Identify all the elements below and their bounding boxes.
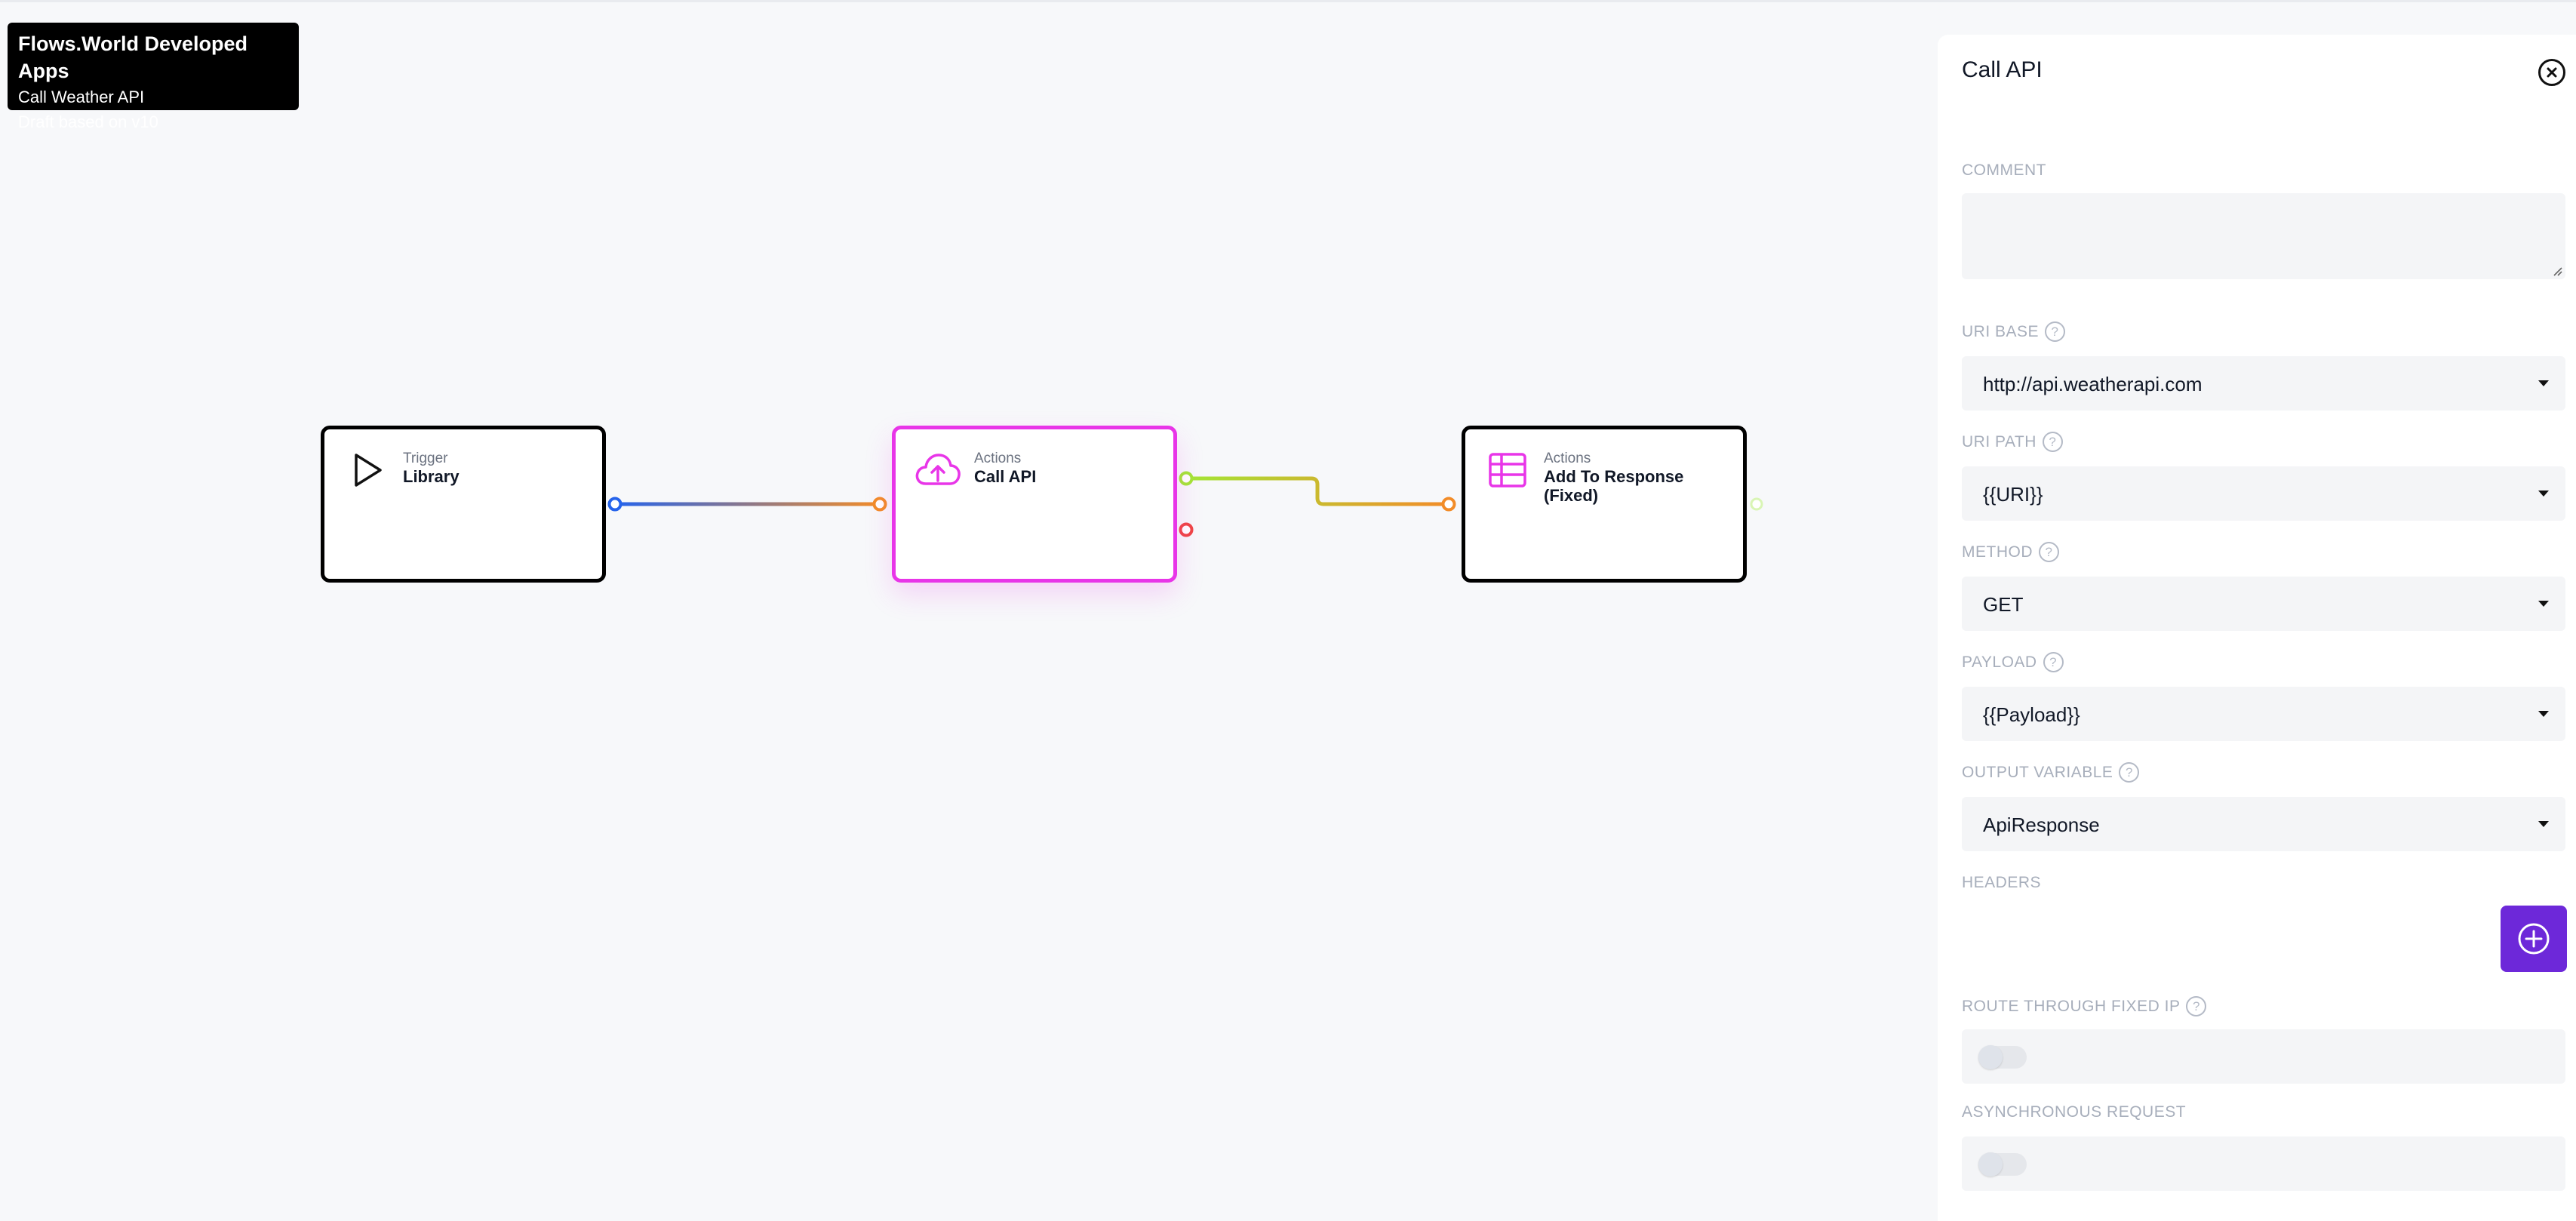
- output-variable-label: Output Variable ?: [1962, 762, 2140, 783]
- help-icon[interactable]: ?: [2045, 321, 2066, 342]
- output-variable-select[interactable]: ApiResponse: [1962, 797, 2565, 851]
- method-value: GET: [1983, 593, 2024, 616]
- method-select[interactable]: GET: [1962, 577, 2565, 631]
- comment-label: Comment: [1962, 161, 2046, 180]
- async-request-row: [1962, 1136, 2565, 1191]
- fixed-ip-toggle[interactable]: [1978, 1045, 2027, 1069]
- help-icon[interactable]: ?: [2186, 996, 2207, 1016]
- flow-info-badge: Flows.World Developed Apps Call Weather …: [8, 23, 299, 131]
- help-icon[interactable]: ?: [2043, 652, 2064, 672]
- payload-label-text: Payload: [1962, 653, 2037, 671]
- output-variable-value: ApiResponse: [1983, 813, 2100, 836]
- node-trigger-library[interactable]: Trigger Library: [321, 426, 606, 583]
- uri-base-label-text: URI Base: [1962, 322, 2040, 340]
- node-action-add-to-response[interactable]: Actions Add To Response (Fixed): [1462, 426, 1747, 583]
- add-response-input-port[interactable]: [1441, 497, 1456, 512]
- flow-name: Call Weather API: [18, 88, 145, 106]
- comment-label-text: Comment: [1962, 161, 2046, 179]
- library-output-port[interactable]: [607, 497, 622, 512]
- headers-label: Headers: [1962, 874, 2041, 892]
- chevron-down-icon: [2538, 491, 2549, 497]
- help-icon[interactable]: ?: [2119, 762, 2140, 783]
- node-kind-label: Actions: [1544, 451, 1591, 466]
- comment-textarea[interactable]: [1962, 193, 2565, 279]
- node-action-call-api[interactable]: Actions Call API: [892, 426, 1177, 583]
- close-icon: [2547, 67, 2557, 78]
- uri-base-value: http://api.weatherapi.com: [1983, 373, 2203, 395]
- payload-select[interactable]: {{Payload}}: [1962, 687, 2565, 741]
- uri-path-label: URI Path ?: [1962, 432, 2063, 452]
- fixed-ip-row: [1962, 1029, 2565, 1084]
- chevron-down-icon: [2538, 601, 2549, 607]
- uri-path-value: {{URI}}: [1983, 483, 2043, 506]
- uri-path-label-text: URI Path: [1962, 432, 2037, 451]
- plus-circle-icon: [2518, 923, 2550, 955]
- async-request-label: Asynchronous Request: [1962, 1103, 2186, 1121]
- uri-base-select[interactable]: http://api.weatherapi.com: [1962, 356, 2565, 411]
- chevron-down-icon: [2538, 711, 2549, 717]
- payload-value: {{Payload}}: [1983, 703, 2080, 726]
- play-icon: [355, 454, 382, 487]
- chevron-down-icon: [2538, 380, 2549, 386]
- toggle-knob: [1978, 1152, 2003, 1176]
- call-api-success-port[interactable]: [1179, 471, 1194, 486]
- add-header-button[interactable]: [2501, 906, 2567, 972]
- toggle-knob: [1978, 1045, 2003, 1069]
- edge-layer: [607, 471, 1763, 537]
- node-name-label: Call API: [974, 467, 1037, 486]
- output-variable-label-text: Output Variable: [1962, 763, 2113, 781]
- help-icon[interactable]: ?: [2042, 432, 2063, 452]
- method-label-text: Method: [1962, 543, 2033, 561]
- node-settings-panel: Call API Comment URI Base ? http://api.w…: [1938, 35, 2576, 1221]
- node-name-label: Library: [403, 467, 460, 486]
- uri-path-select[interactable]: {{URI}}: [1962, 466, 2565, 521]
- node-kind-label: Actions: [974, 451, 1022, 466]
- async-request-toggle[interactable]: [1978, 1152, 2027, 1176]
- add-response-output-port[interactable]: [1750, 497, 1763, 511]
- panel-title: Call API: [1962, 57, 2043, 82]
- async-request-label-text: Asynchronous Request: [1962, 1103, 2187, 1121]
- draft-status: Draft based on v10: [18, 112, 158, 131]
- app-name: Flows.World Developed Apps: [18, 32, 248, 82]
- uri-base-label: URI Base ?: [1962, 321, 2066, 342]
- edge-call-api-to-add-response[interactable]: [1186, 476, 1449, 506]
- node-kind-label: Trigger: [403, 451, 448, 466]
- flow-canvas[interactable]: Trigger Library Actions Call API Actions…: [0, 0, 1932, 1221]
- payload-label: Payload ?: [1962, 652, 2064, 672]
- method-label: Method ?: [1962, 542, 2059, 562]
- fixed-ip-label: Route Through Fixed IP ?: [1962, 996, 2207, 1016]
- chevron-down-icon: [2538, 821, 2549, 827]
- table-icon: [1489, 453, 1526, 487]
- cloud-upload-icon: [915, 454, 961, 485]
- headers-label-text: Headers: [1962, 874, 2042, 891]
- call-api-input-port[interactable]: [872, 497, 887, 512]
- fixed-ip-label-text: Route Through Fixed IP: [1962, 997, 2181, 1015]
- node-name-label: Add To Response (Fixed): [1544, 467, 1684, 505]
- resize-grip-icon[interactable]: [2550, 264, 2562, 276]
- call-api-error-port[interactable]: [1179, 522, 1194, 537]
- close-panel-button[interactable]: [2538, 59, 2565, 86]
- help-icon[interactable]: ?: [2039, 542, 2059, 562]
